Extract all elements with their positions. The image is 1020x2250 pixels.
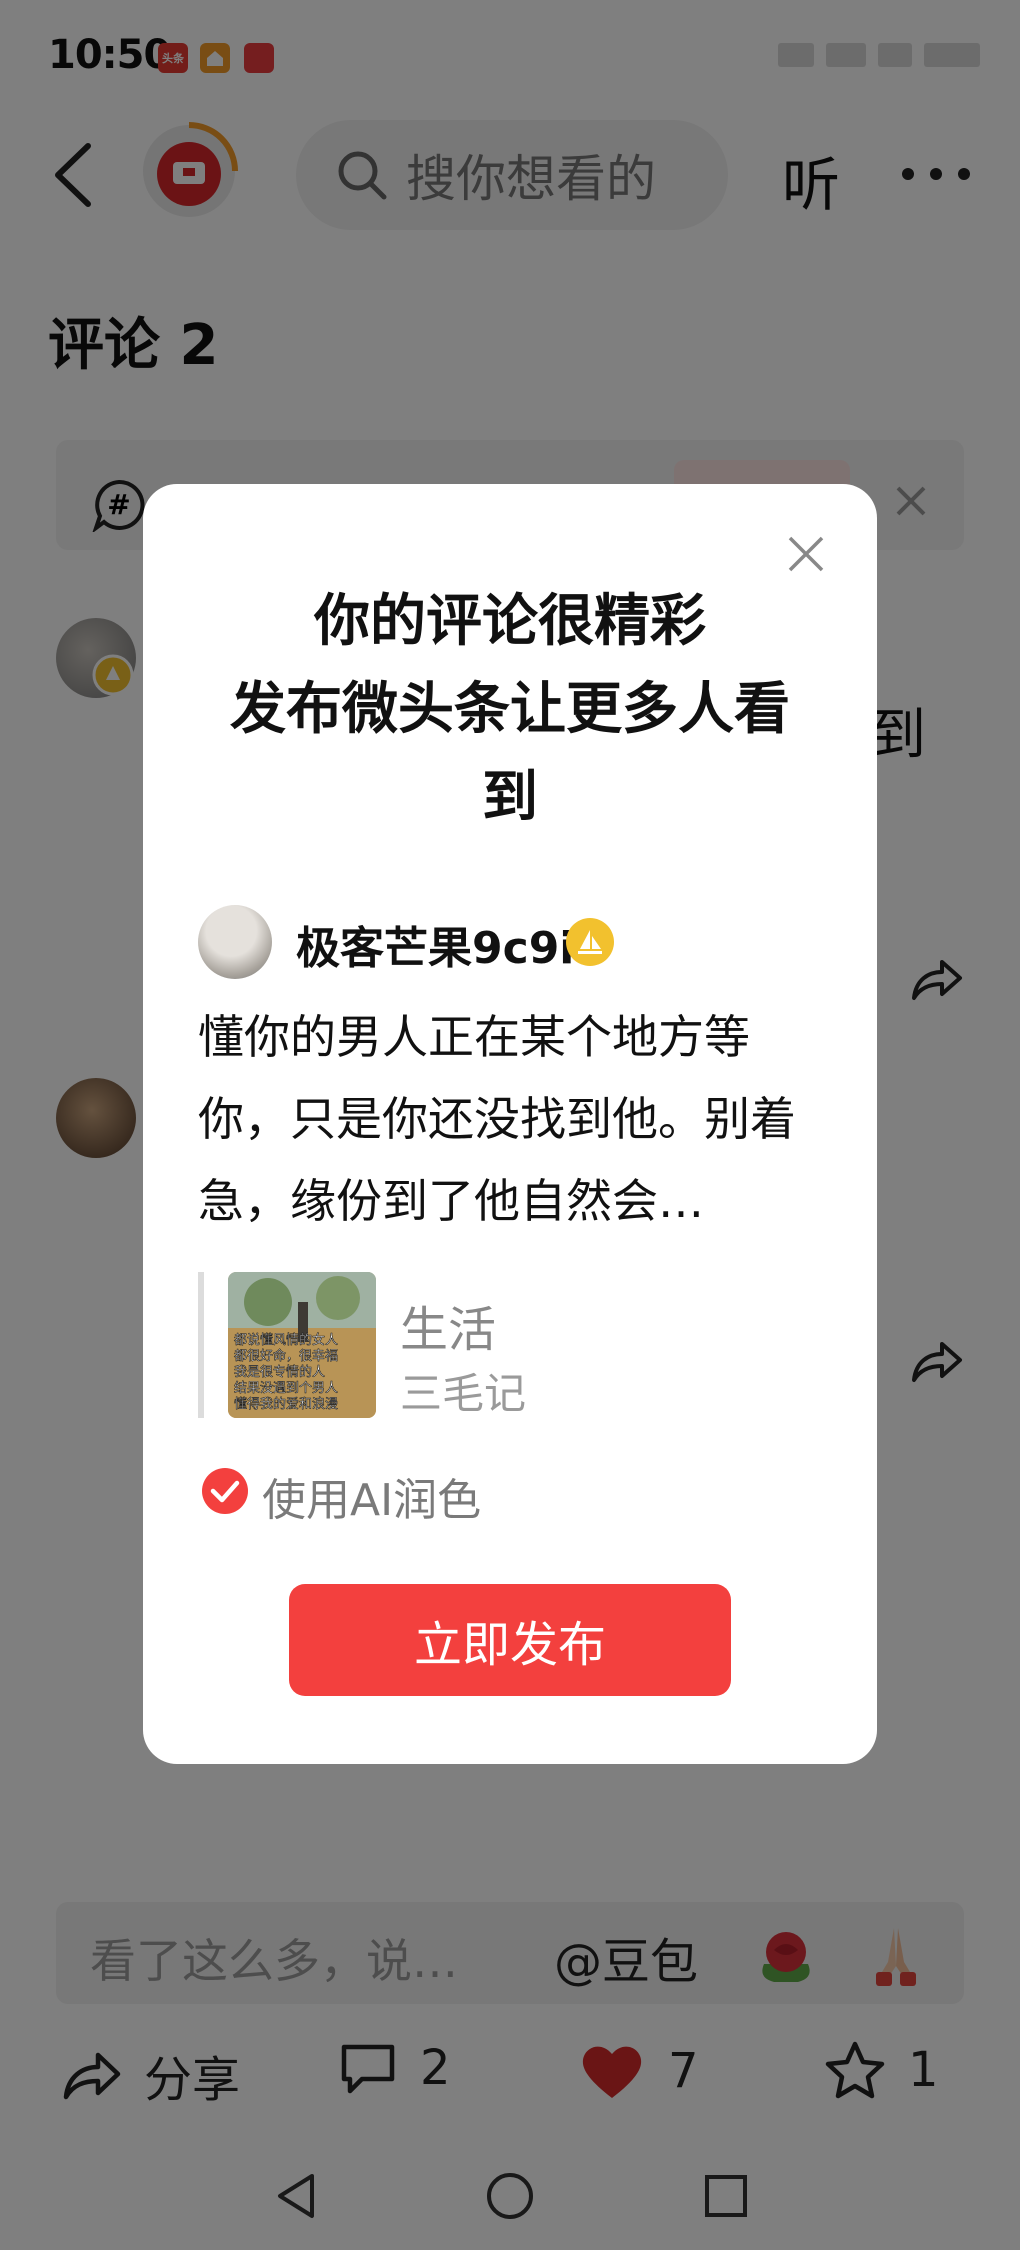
comment-body: 懂你的男人正在某个地方等你，只是你还没找到他。别着急，缘份到了他自然会… (198, 1010, 796, 1228)
publish-now-button[interactable]: 立即发布 (289, 1584, 731, 1696)
quote-bar (198, 1272, 204, 1418)
article-thumbnail: 都说懂风情的女人 都很好命，很幸福 我是很专情的人 结果没遇到个男人 懂得我的爱… (228, 1272, 376, 1418)
dialog-title-line: 你的评论很精彩 (314, 589, 706, 654)
username: 极客芒果9c9i (296, 923, 575, 974)
ai-polish-label[interactable]: 使用AI润色 (262, 1464, 481, 1528)
dialog-title-line: 到 (482, 765, 538, 830)
verified-badge-icon (566, 918, 614, 966)
thumb-text-line: 结果没遇到个男人 (234, 1381, 338, 1396)
dialog-close-icon[interactable] (786, 534, 826, 574)
thumb-text-line: 我是很专情的人 (234, 1364, 325, 1380)
ai-polish-checkbox[interactable] (200, 1466, 250, 1516)
thumb-text-line: 懂得我的爱和浪漫 (234, 1396, 338, 1412)
quote-category: 生活 (400, 1302, 497, 1358)
user-avatar (198, 905, 272, 979)
navbar-shade (0, 2140, 1020, 2250)
dialog-title: 你的评论很精彩 发布微头条让更多人看 到 (143, 578, 877, 842)
quote-source: 三毛记 (400, 1369, 527, 1418)
thumb-text-line: 都很好命，很幸福 (234, 1348, 338, 1364)
thumb-text-line: 都说懂风情的女人 (234, 1332, 338, 1348)
dialog-title-line: 发布微头条让更多人看 (230, 677, 790, 742)
